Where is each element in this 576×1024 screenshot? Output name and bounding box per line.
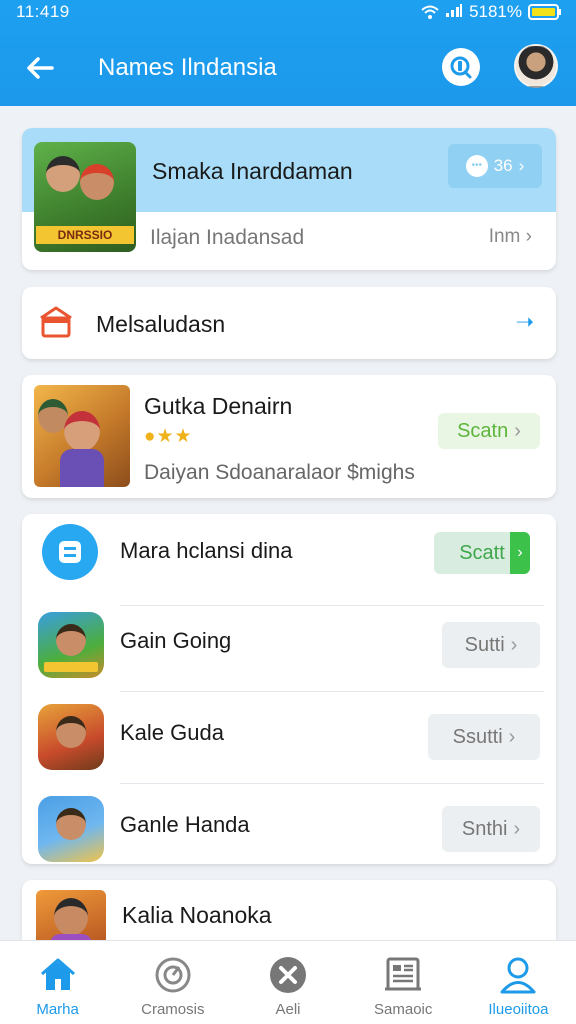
game-icon (38, 796, 104, 862)
featured-more-link[interactable]: Inm › (489, 226, 532, 248)
featured-subtitle: Ilajan Inadansad (150, 226, 305, 249)
nav-label: Aeli (275, 1001, 301, 1018)
comment-count: 36 (493, 156, 513, 175)
profile-icon (498, 955, 538, 995)
game-icon (38, 704, 104, 770)
status-bar: 11:419 5181% (0, 0, 576, 26)
chevron-right-icon: › (508, 725, 516, 748)
store-icon (38, 305, 74, 339)
chevron-right-icon: › (510, 633, 518, 656)
app-header: 11:419 5181% Names Ilndansia (0, 0, 576, 106)
battery-percent: 5181% (469, 2, 522, 21)
nav-item-profile[interactable]: Ilueoiitoa (461, 941, 576, 1024)
battery-icon (528, 3, 562, 21)
chevron-right-icon: › (513, 817, 521, 840)
user-avatar[interactable] (514, 44, 558, 88)
comment-count-button[interactable]: ••• 36 › (448, 144, 542, 188)
game-card[interactable]: Gutka Denairn ●★★ Daiyan Sdoanaralaor $m… (22, 375, 556, 498)
featured-title: Smaka Inarddaman (152, 158, 353, 184)
list-item[interactable]: Kale Guda Ssutti › (22, 692, 556, 784)
game-thumbnail (34, 385, 130, 487)
list-item-button-label: Snthi (461, 817, 508, 840)
chevron-right-icon: › (514, 419, 521, 442)
chat-bubble-icon: ••• (465, 155, 488, 177)
character-right (80, 164, 114, 200)
store-card[interactable]: Melsaludasn ➝ (22, 287, 556, 359)
list-item-button[interactable]: Ssutti › (428, 714, 540, 760)
bottom-nav: Marha Cramosis Aeli Samaoic Ilueoiitoa (0, 940, 576, 1024)
featured-card[interactable]: DNRSSIO Smaka Inarddaman ••• 36 › Ilajan… (22, 128, 556, 270)
character-shirt (60, 449, 104, 487)
news-icon (383, 955, 423, 995)
partial-card-title: Kalia Noanoka (122, 902, 272, 928)
arrow-right-icon[interactable]: ➝ (516, 309, 534, 335)
list-document-icon (42, 524, 98, 580)
nav-label: Marha (36, 1001, 79, 1018)
list-item-button-label: Sutti (464, 633, 505, 656)
game-action-label: Scatn (457, 419, 509, 442)
list-item-button[interactable]: Snthi › (442, 806, 540, 852)
nav-label: Cramosis (141, 1001, 205, 1018)
nav-item-close[interactable]: Aeli (230, 941, 345, 1024)
character-left (46, 156, 80, 192)
chevron-right-icon: › (510, 532, 530, 574)
list-item[interactable]: Ganle Handa Snthi › (22, 784, 556, 864)
list-item[interactable]: Gain Going Sutti › (22, 600, 556, 692)
list-item-button[interactable]: Sutti › (442, 622, 540, 668)
close-circle-icon (268, 955, 308, 995)
page-title: Names Ilndansia (98, 54, 277, 81)
back-arrow-icon[interactable] (22, 48, 62, 88)
chevron-right-icon: › (518, 156, 525, 175)
list-item[interactable]: Mara hclansi dina Scatt › (22, 514, 556, 606)
list-item-button-label: Ssutti (452, 725, 503, 748)
compass-icon (153, 955, 193, 995)
game-action-button[interactable]: Scatn › (438, 413, 540, 449)
status-time: 11:419 (16, 2, 70, 21)
search-icon[interactable] (442, 48, 480, 86)
featured-game-thumbnail: DNRSSIO (34, 142, 136, 252)
wifi-icon (421, 5, 439, 19)
signal-icon (445, 2, 463, 22)
status-right: 5181% (421, 2, 562, 22)
nav-item-news[interactable]: Samaoic (346, 941, 461, 1024)
store-label: Melsaludasn (96, 311, 226, 337)
nav-label: Ilueoiitoa (488, 1001, 549, 1018)
character-right (64, 411, 100, 451)
game-icon (38, 612, 104, 678)
game-title: Gutka Denairn (144, 393, 293, 419)
list-item-label: Gain Going (120, 628, 232, 653)
nav-label: Samaoic (374, 1001, 433, 1018)
thumbnail-banner: DNRSSIO (36, 226, 134, 244)
game-list-card: Mara hclansi dina Scatt › Gain Going Sut… (22, 514, 556, 864)
game-subtitle: Daiyan Sdoanaralaor $mighs (144, 461, 415, 484)
app-bar: Names Ilndansia (0, 38, 576, 98)
list-item-label: Mara hclansi dina (120, 538, 293, 563)
list-item-button[interactable]: Scatt › (434, 532, 530, 574)
nav-item-home[interactable]: Marha (0, 941, 115, 1024)
nav-item-discover[interactable]: Cramosis (115, 941, 230, 1024)
list-item-label: Ganle Handa (120, 812, 250, 837)
rating-stars-icon: ●★★ (144, 426, 193, 447)
list-item-label: Kale Guda (120, 720, 224, 745)
home-icon (38, 955, 78, 995)
list-item-button-label: Scatt (459, 541, 505, 564)
